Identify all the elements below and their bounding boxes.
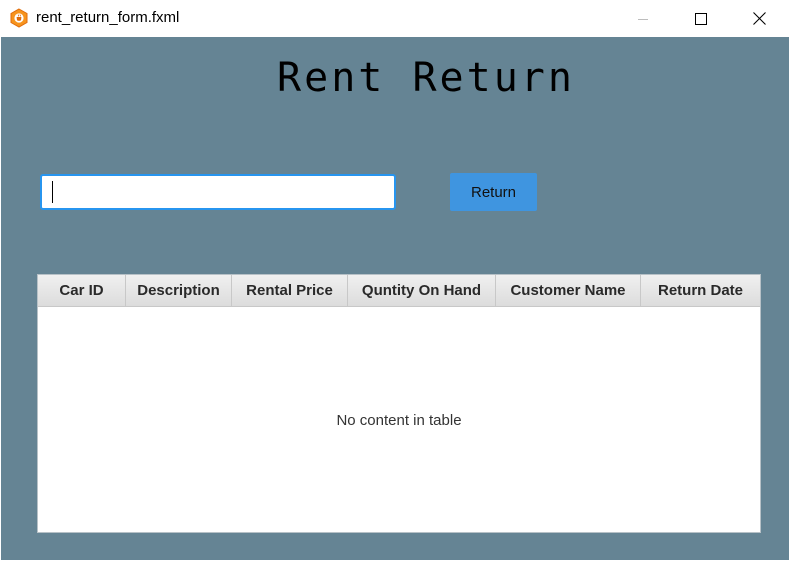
text-caret bbox=[52, 181, 53, 203]
column-header-rental-price[interactable]: Rental Price bbox=[232, 275, 348, 306]
empty-table-message: No content in table bbox=[336, 411, 462, 429]
column-header-description[interactable]: Description bbox=[126, 275, 232, 306]
close-icon bbox=[752, 12, 766, 25]
rentals-table[interactable]: Car ID Description Rental Price Quntity … bbox=[37, 274, 761, 533]
window-title: rent_return_form.fxml bbox=[36, 9, 180, 26]
maximize-button[interactable] bbox=[678, 0, 724, 37]
column-header-quantity-on-hand[interactable]: Quntity On Hand bbox=[348, 275, 496, 306]
table-header: Car ID Description Rental Price Quntity … bbox=[38, 275, 760, 307]
form-body: Rent Return Return Car ID Description Re… bbox=[1, 37, 789, 560]
search-input[interactable] bbox=[40, 174, 396, 210]
column-header-car-id[interactable]: Car ID bbox=[38, 275, 126, 306]
column-header-customer-name[interactable]: Customer Name bbox=[496, 275, 641, 306]
title-bar[interactable]: rent_return_form.fxml bbox=[0, 0, 789, 37]
return-button[interactable]: Return bbox=[450, 173, 537, 211]
page-title: Rent Return bbox=[277, 55, 575, 101]
column-header-return-date[interactable]: Return Date bbox=[641, 275, 760, 306]
java-coffee-cup-icon bbox=[9, 8, 29, 28]
maximize-icon bbox=[695, 12, 707, 25]
minimize-button[interactable] bbox=[620, 0, 666, 37]
close-button[interactable] bbox=[736, 0, 782, 37]
minimize-icon bbox=[637, 13, 649, 25]
